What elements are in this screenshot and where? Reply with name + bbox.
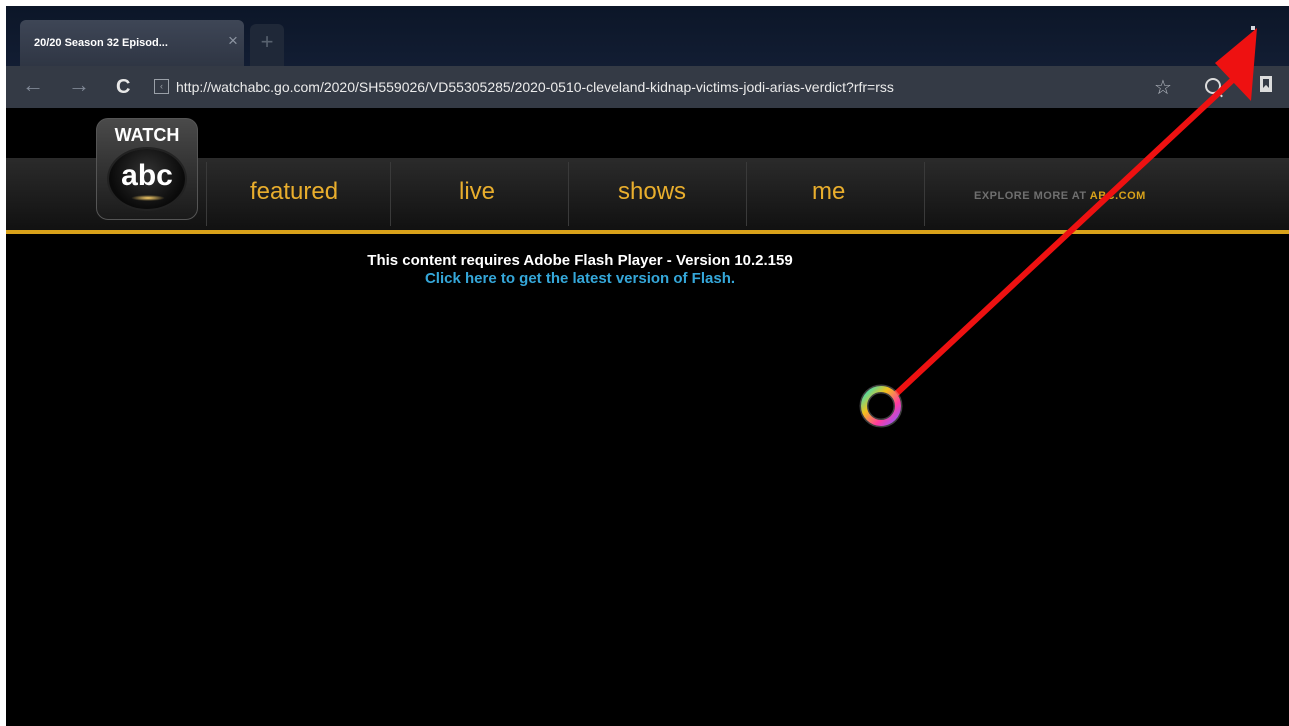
url-bar[interactable]: http://watchabc.go.com/2020/SH559026/VD5… [176,79,1151,95]
watch-abc-logo[interactable]: WATCH abc [96,118,198,220]
explore-abc-link[interactable]: EXPLORE MORE AT ABC.COM [974,190,1146,202]
get-flash-link[interactable]: Click here to get the latest version of … [6,270,1154,287]
header-gold-line [6,230,1289,234]
nav-divider [568,162,569,226]
menu-dots-icon[interactable] [1249,26,1257,48]
site-header: featured live shows me EXPLORE MORE AT A… [6,108,1289,234]
explore-at: AT [1071,190,1087,202]
nav-me[interactable]: me [812,178,845,206]
tab-close-icon[interactable]: × [228,32,238,49]
explore-text: EXPLORE MORE [974,190,1069,202]
logo-watch-text: WATCH [114,125,180,145]
browser-toolbar: ← → C ‹ http://watchabc.go.com/2020/SH55… [6,66,1289,108]
browser-tab-active[interactable]: 20/20 Season 32 Episod... × [20,20,244,66]
browser-window: 20/20 Season 32 Episod... × + ← → C ‹ ht… [6,6,1289,726]
star-icon[interactable]: ☆ [1154,75,1172,100]
tab-strip: 20/20 Season 32 Episod... × + [6,6,1289,66]
nav-divider [746,162,747,226]
nav-live[interactable]: live [459,178,495,206]
logo-abc-circle: abc [109,149,185,209]
nav-divider [924,162,925,226]
logo-abc-text: abc [121,159,173,192]
back-icon[interactable]: ← [22,73,44,97]
nav-divider [206,162,207,226]
tab-title: 20/20 Season 32 Episod... [34,37,168,49]
explore-abc: ABC.COM [1089,190,1146,202]
nav-featured[interactable]: featured [250,178,338,206]
flash-required-message: This content requires Adobe Flash Player… [367,252,793,269]
logo-glow [131,195,165,201]
site-nav: featured live shows me EXPLORE MORE AT A… [6,158,1289,230]
reload-icon[interactable]: C [116,75,130,99]
forward-icon[interactable]: → [68,73,90,97]
search-icon[interactable] [1205,78,1221,94]
nav-divider [390,162,391,226]
nav-shows[interactable]: shows [618,178,686,206]
site-info-icon[interactable]: ‹ [154,79,169,94]
bookmark-icon[interactable] [1260,76,1272,92]
new-tab-button[interactable]: + [250,24,284,66]
